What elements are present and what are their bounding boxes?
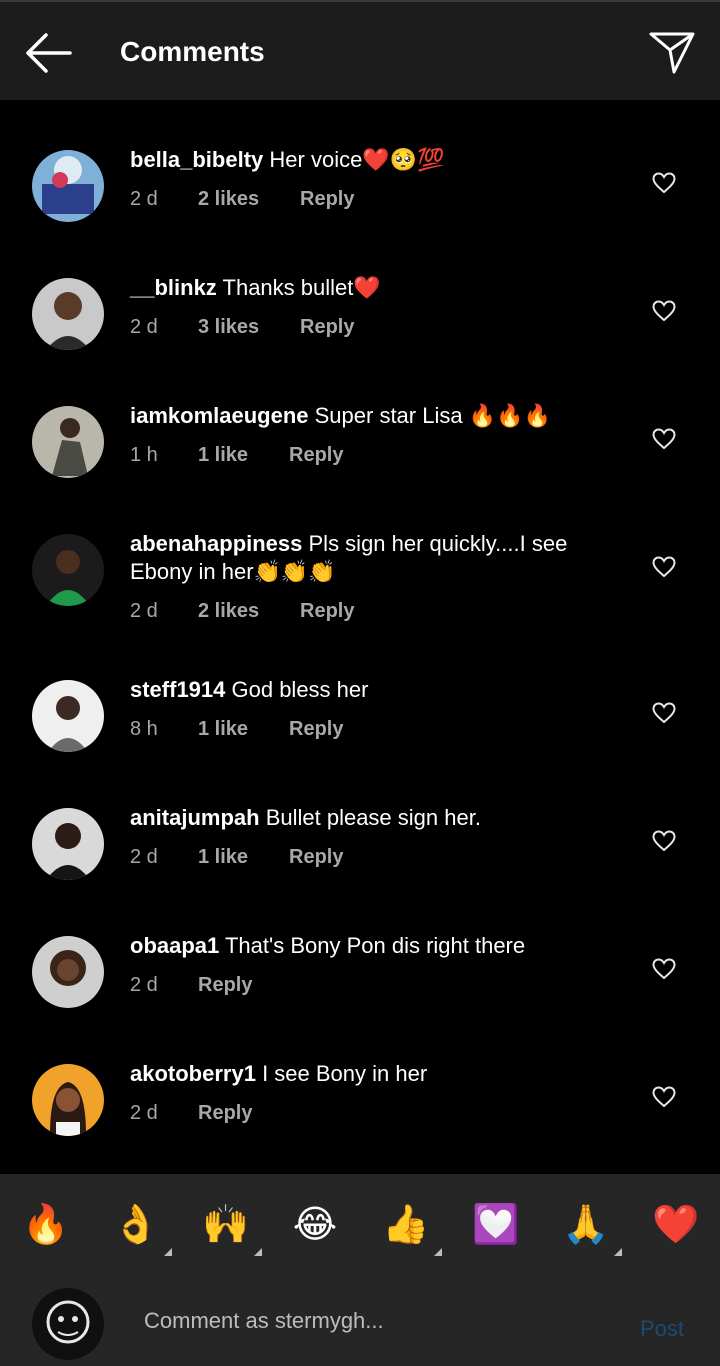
heart-icon[interactable] xyxy=(652,1086,676,1108)
emoji-quick-bar: 🔥 👌 🙌 😂 👍 💟 🙏 ❤️ xyxy=(0,1174,720,1274)
comment-username[interactable]: iamkomlaeugene xyxy=(130,403,309,428)
likes-count[interactable]: 1 like xyxy=(198,846,248,869)
comment-username[interactable]: obaapa1 xyxy=(130,933,219,958)
raised-hands-emoji-icon: 🙌 xyxy=(202,1204,250,1246)
direct-share-icon[interactable] xyxy=(648,28,696,76)
avatar[interactable] xyxy=(32,150,104,222)
heart-icon[interactable] xyxy=(652,556,676,578)
likes-count[interactable]: 1 like xyxy=(198,444,248,467)
likes-count[interactable]: 2 likes xyxy=(198,188,259,211)
comment-username[interactable]: bella_bibelty xyxy=(130,147,263,172)
comment-text: Her voice❤️🥺💯 xyxy=(263,147,445,172)
comment-username[interactable]: steff1914 xyxy=(130,677,225,702)
current-user-avatar xyxy=(32,1288,104,1360)
comment-text: God bless her xyxy=(225,677,369,702)
comment-time: 2 d xyxy=(130,846,158,868)
ok-hand-emoji-button[interactable]: 👌 xyxy=(112,1202,172,1256)
comment-text: I see Bony in her xyxy=(255,1061,428,1086)
avatar[interactable] xyxy=(32,278,104,350)
red-heart-emoji-button[interactable]: ❤️ xyxy=(652,1202,699,1248)
reply-button[interactable]: Reply xyxy=(198,974,252,997)
comment-time: 2 d xyxy=(130,316,158,338)
comment-time: 1 h xyxy=(130,444,158,466)
fire-emoji-button[interactable]: 🔥 xyxy=(22,1202,69,1248)
folded-hands-emoji-icon: 🙏 xyxy=(562,1204,610,1246)
avatar[interactable] xyxy=(32,534,104,606)
back-arrow-icon[interactable] xyxy=(20,28,76,78)
likes-count[interactable]: 3 likes xyxy=(198,316,259,339)
comment-time: 2 d xyxy=(130,188,158,210)
thumbs-up-emoji-icon: 👍 xyxy=(382,1204,430,1246)
heart-icon[interactable] xyxy=(652,300,676,322)
likes-count[interactable]: 2 likes xyxy=(198,600,259,623)
avatar[interactable] xyxy=(32,406,104,478)
heart-icon[interactable] xyxy=(652,172,676,194)
comment-text: Bullet please sign her. xyxy=(259,805,481,830)
comment-text: That's Bony Pon dis right there xyxy=(219,933,526,958)
raised-hands-emoji-button[interactable]: 🙌 xyxy=(202,1202,262,1256)
thumbs-up-emoji-button[interactable]: 👍 xyxy=(382,1202,442,1256)
comment-username[interactable]: abenahappiness xyxy=(130,531,302,556)
comment-time: 8 h xyxy=(130,718,158,740)
avatar[interactable] xyxy=(32,936,104,1008)
laughing-emoji-button[interactable]: 😂 xyxy=(292,1202,338,1248)
heart-icon[interactable] xyxy=(652,830,676,852)
avatar[interactable] xyxy=(32,1064,104,1136)
comment-text: Super star Lisa 🔥🔥🔥 xyxy=(308,403,551,428)
top-bar: Comments xyxy=(0,0,720,100)
reply-button[interactable]: Reply xyxy=(300,600,354,623)
reply-button[interactable]: Reply xyxy=(289,444,343,467)
reply-button[interactable]: Reply xyxy=(198,1102,252,1125)
comment-time: 2 d xyxy=(130,1102,158,1124)
comment-composer: Post xyxy=(0,1274,720,1366)
heart-icon[interactable] xyxy=(652,702,676,724)
avatar[interactable] xyxy=(32,808,104,880)
comment-time: 2 d xyxy=(130,600,158,622)
comment-username[interactable]: anitajumpah xyxy=(130,805,260,830)
heart-icon[interactable] xyxy=(652,958,676,980)
comment-list[interactable]: bella_bibelty Her voice❤️🥺💯 2 d 2 likes … xyxy=(0,100,720,1174)
comment-text: Thanks bullet❤️ xyxy=(216,275,381,300)
reply-button[interactable]: Reply xyxy=(289,846,343,869)
avatar[interactable] xyxy=(32,680,104,752)
comment-username[interactable]: __blinkz xyxy=(130,275,217,300)
heart-decoration-emoji-button[interactable]: 💟 xyxy=(472,1202,519,1248)
heart-icon[interactable] xyxy=(652,428,676,450)
likes-count[interactable]: 1 like xyxy=(198,718,248,741)
ok-hand-emoji-icon: 👌 xyxy=(112,1204,160,1246)
comment-time: 2 d xyxy=(130,974,158,996)
reply-button[interactable]: Reply xyxy=(289,718,343,741)
comment-input[interactable] xyxy=(130,1296,610,1346)
folded-hands-emoji-button[interactable]: 🙏 xyxy=(562,1202,622,1256)
post-button[interactable]: Post xyxy=(640,1316,684,1342)
comment-username[interactable]: akotoberry1 xyxy=(130,1061,256,1086)
reply-button[interactable]: Reply xyxy=(300,188,354,211)
reply-button[interactable]: Reply xyxy=(300,316,354,339)
page-title: Comments xyxy=(120,36,265,67)
